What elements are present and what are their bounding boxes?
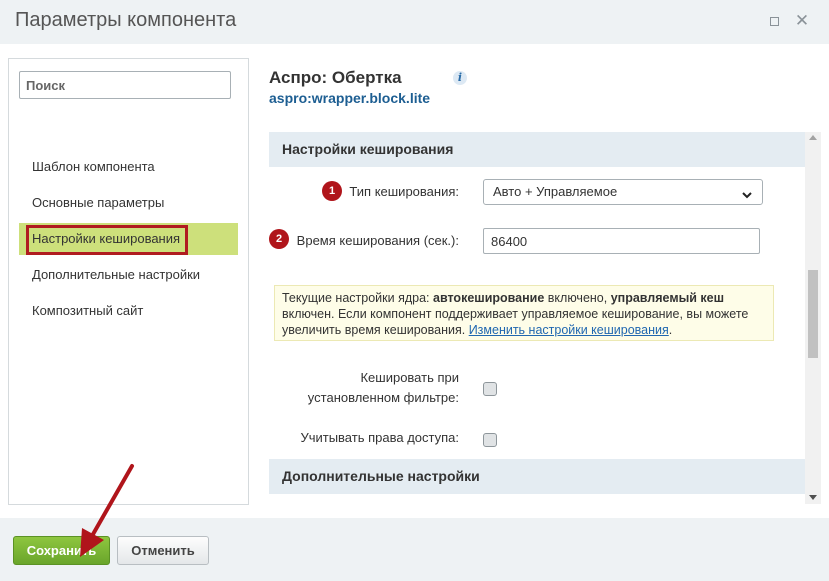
settings-scroll-area: Настройки кеширования 1 Тип кеширования:…	[269, 132, 805, 504]
cache-type-value: Авто + Управляемое	[493, 184, 618, 199]
cache-filter-label: Кешировать при установленном фильтре:	[289, 368, 459, 408]
access-rights-checkbox[interactable]	[483, 433, 497, 447]
core-settings-notice: Текущие настройки ядра: автокеширование …	[274, 285, 774, 341]
dialog-footer: Сохранить Отменить	[0, 518, 829, 581]
notice-bold: автокеширование	[433, 291, 545, 305]
sidebar-item-additional[interactable]: Дополнительные настройки	[19, 259, 238, 291]
maximize-icon[interactable]	[766, 13, 782, 29]
info-icon[interactable]: i	[453, 71, 467, 85]
notice-text: .	[668, 323, 673, 337]
cache-type-label: Тип кеширования:	[349, 184, 459, 199]
section-heading-caching: Настройки кеширования	[269, 132, 805, 167]
scrollbar-thumb[interactable]	[808, 270, 818, 358]
dialog-content: Шаблон компонента Основные параметры Нас…	[0, 44, 829, 518]
notice-text: Текущие настройки ядра:	[282, 291, 433, 305]
chevron-down-icon	[741, 185, 753, 209]
cache-time-input[interactable]	[483, 228, 760, 254]
window-titlebar: Параметры компонента ✕	[0, 0, 829, 44]
sidebar-item-caching[interactable]: Настройки кеширования	[19, 223, 238, 255]
window-title: Параметры компонента	[15, 9, 237, 31]
section-heading-additional: Дополнительные настройки	[269, 459, 805, 494]
sidebar-item-label: Основные параметры	[32, 195, 165, 210]
sidebar: Шаблон компонента Основные параметры Нас…	[8, 58, 249, 505]
save-button[interactable]: Сохранить	[13, 536, 110, 565]
notice-bold: управляемый кеш	[610, 291, 725, 305]
close-icon[interactable]: ✕	[794, 12, 810, 29]
cache-filter-label-line2: установленном фильтре:	[307, 390, 459, 405]
sidebar-item-label: Настройки кеширования	[32, 231, 181, 246]
main-panel: Аспро: Обертка i aspro:wrapper.block.lit…	[269, 44, 821, 518]
component-title: Аспро: Обертка	[269, 68, 402, 87]
sidebar-item-composite[interactable]: Композитный сайт	[19, 295, 238, 327]
scroll-up-icon[interactable]	[809, 135, 817, 140]
search-input[interactable]	[19, 71, 231, 99]
cache-type-select[interactable]: Авто + Управляемое	[483, 179, 763, 205]
step-badge: 2	[269, 229, 289, 249]
change-cache-settings-link[interactable]: Изменить настройки кеширования	[469, 323, 669, 337]
notice-text: включено,	[544, 291, 611, 305]
cache-filter-label-line1: Кешировать при	[360, 370, 459, 385]
access-rights-label: Учитывать права доступа:	[300, 430, 459, 445]
sidebar-item-template[interactable]: Шаблон компонента	[19, 151, 238, 183]
cancel-button[interactable]: Отменить	[117, 536, 209, 565]
cache-filter-checkbox[interactable]	[483, 382, 497, 396]
sidebar-item-label: Шаблон компонента	[32, 159, 155, 174]
sidebar-item-label: Дополнительные настройки	[32, 267, 201, 282]
sidebar-item-label: Композитный сайт	[32, 303, 144, 318]
scroll-down-icon[interactable]	[809, 495, 817, 500]
vertical-scrollbar[interactable]	[805, 132, 821, 504]
component-code: aspro:wrapper.block.lite	[269, 90, 431, 106]
cache-time-label: Время кеширования (сек.):	[296, 233, 459, 248]
sidebar-item-main-params[interactable]: Основные параметры	[19, 187, 238, 219]
